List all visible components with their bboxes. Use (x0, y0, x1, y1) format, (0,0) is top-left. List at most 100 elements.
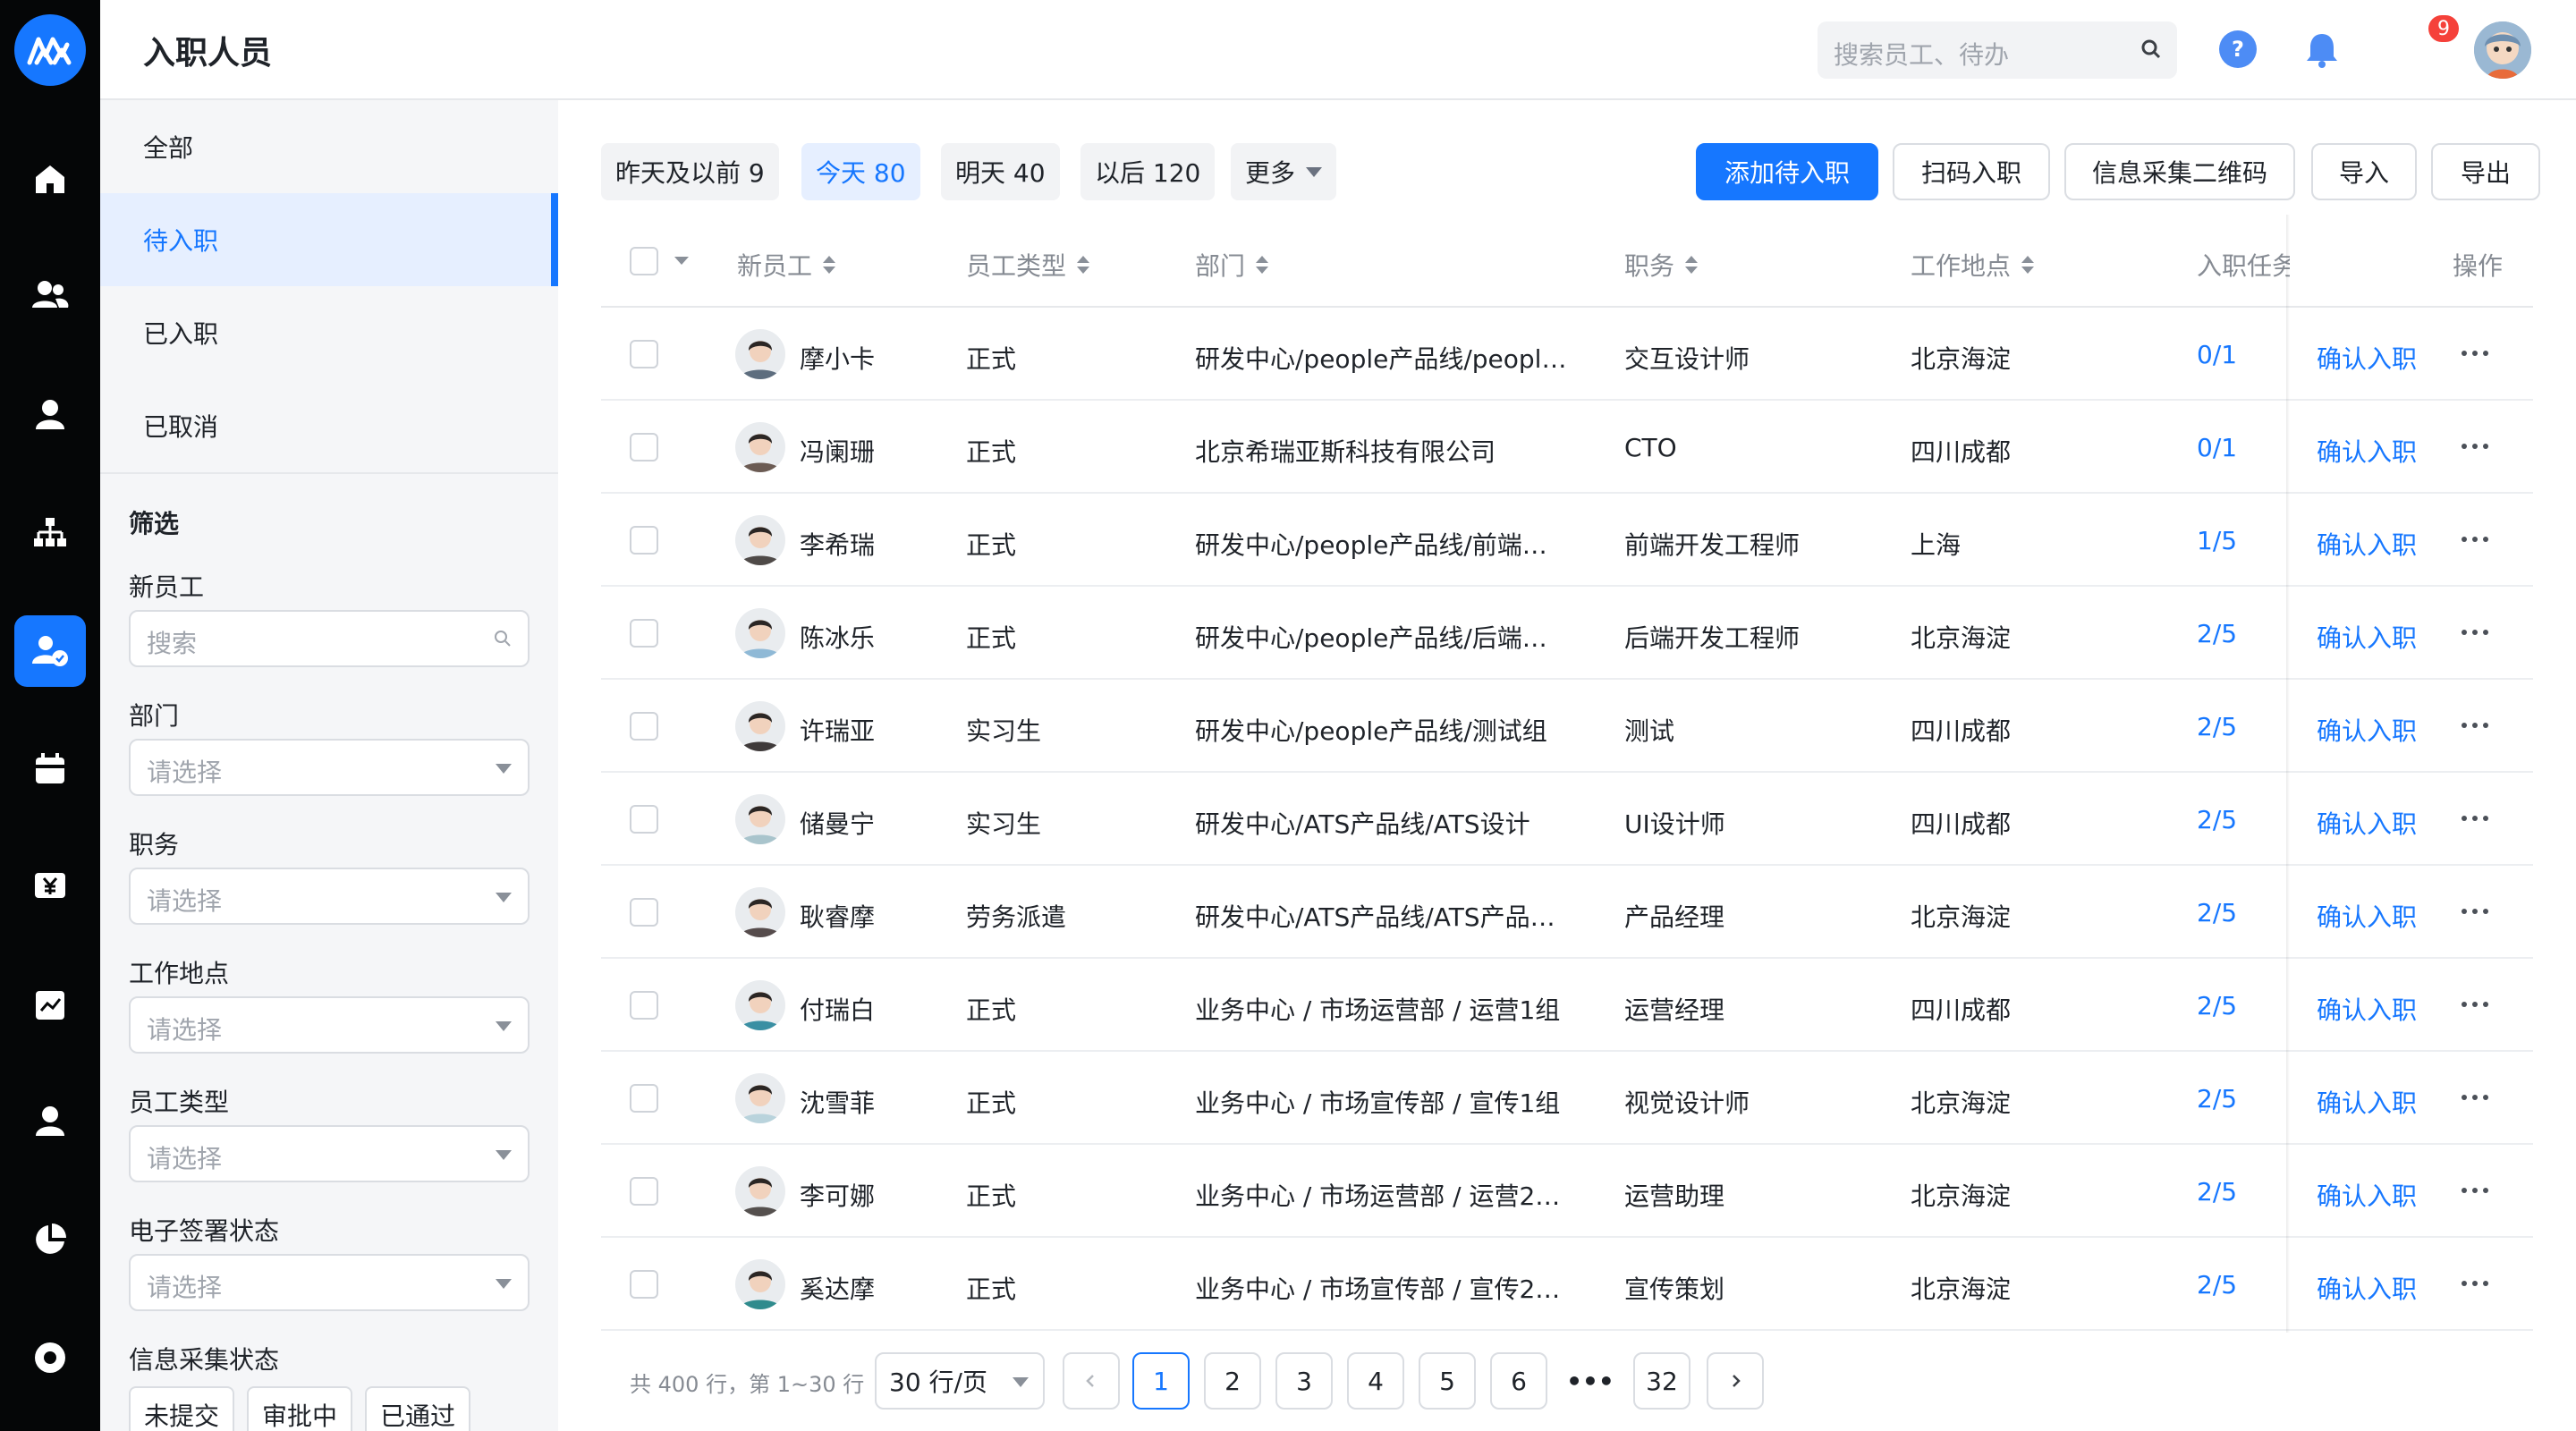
cell-name[interactable]: 储曼宁 (800, 805, 875, 841)
filter-new-employee-input[interactable]: 搜索 (129, 610, 530, 667)
cell-name[interactable]: 陈冰乐 (800, 619, 875, 655)
page-button[interactable]: 32 (1633, 1352, 1690, 1410)
row-checkbox[interactable] (630, 991, 658, 1020)
people-icon[interactable] (14, 259, 86, 331)
confirm-onboard-link[interactable]: 确认入职 (2317, 526, 2417, 562)
cell-tasks[interactable]: 2/5 (2197, 1084, 2237, 1113)
search-icon[interactable] (2140, 38, 2163, 67)
table-row[interactable]: 耿睿摩 劳务派遣 研发中心/ATS产品线/ATS产品… 产品经理 北京海淀 2/5 (601, 866, 2533, 959)
row-checkbox[interactable] (630, 805, 658, 834)
filter-department-select[interactable]: 请选择 (129, 739, 530, 796)
info-status-chip-approved[interactable]: 已通过 (365, 1386, 470, 1431)
row-checkbox[interactable] (630, 1084, 658, 1113)
sidebar-tab-pending[interactable]: 待入职 (100, 193, 558, 286)
date-tab-today[interactable]: 今天 80 (801, 143, 920, 200)
table-row[interactable]: 许瑞亚 实习生 研发中心/people产品线/测试组 测试 四川成都 2/5 (601, 680, 2533, 773)
more-icon[interactable] (2462, 537, 2488, 542)
logo-icon[interactable] (14, 14, 86, 86)
more-icon[interactable] (2462, 1281, 2488, 1286)
more-icon[interactable] (2462, 1095, 2488, 1100)
col-header-name[interactable]: 新员工 (737, 247, 836, 283)
user-avatar[interactable] (2474, 21, 2531, 79)
filter-position-select[interactable]: 请选择 (129, 868, 530, 925)
scan-onboard-button[interactable]: 扫码入职 (1893, 143, 2050, 200)
info-status-chip-reviewing[interactable]: 审批中 (247, 1386, 352, 1431)
confirm-onboard-link[interactable]: 确认入职 (2317, 619, 2417, 655)
confirm-onboard-link[interactable]: 确认入职 (2317, 433, 2417, 469)
cell-tasks[interactable]: 1/5 (2197, 526, 2237, 555)
qrcode-button[interactable]: 信息采集二维码 (2064, 143, 2295, 200)
confirm-onboard-link[interactable]: 确认入职 (2317, 898, 2417, 934)
cell-name[interactable]: 耿睿摩 (800, 898, 875, 934)
cell-tasks[interactable]: 2/5 (2197, 898, 2237, 927)
date-tab-before-yesterday[interactable]: 昨天及以前 9 (601, 143, 779, 200)
global-search-input[interactable]: 搜索员工、待办 (1818, 21, 2177, 79)
confirm-onboard-link[interactable]: 确认入职 (2317, 340, 2417, 376)
page-button[interactable]: 5 (1419, 1352, 1476, 1410)
cell-tasks[interactable]: 2/5 (2197, 991, 2237, 1020)
more-icon[interactable] (2462, 816, 2488, 821)
cell-name[interactable]: 付瑞白 (800, 991, 875, 1027)
home-icon[interactable] (14, 143, 86, 215)
cell-name[interactable]: 沈雪菲 (800, 1084, 875, 1120)
settings-icon[interactable] (14, 1322, 86, 1393)
row-checkbox[interactable] (630, 712, 658, 741)
table-row[interactable]: 沈雪菲 正式 业务中心 / 市场宣传部 / 宣传1组 视觉设计师 北京海淀 2/5 (601, 1052, 2533, 1145)
info-status-chip-unsubmitted[interactable]: 未提交 (129, 1386, 234, 1431)
cell-name[interactable]: 李希瑞 (800, 526, 875, 562)
profile-icon[interactable] (14, 1086, 86, 1157)
cell-name[interactable]: 奚达摩 (800, 1270, 875, 1306)
date-tab-later[interactable]: 以后 120 (1080, 143, 1216, 200)
more-icon[interactable] (2462, 630, 2488, 635)
cell-name[interactable]: 李可娜 (800, 1177, 875, 1213)
report-icon[interactable] (14, 970, 86, 1041)
next-page-button[interactable] (1707, 1352, 1764, 1410)
cell-tasks[interactable]: 0/1 (2197, 433, 2237, 462)
col-header-position[interactable]: 职务 (1624, 247, 1699, 283)
import-button[interactable]: 导入 (2311, 143, 2417, 200)
cell-name[interactable]: 冯阑珊 (800, 433, 875, 469)
table-row[interactable]: 冯阑珊 正式 北京希瑞亚斯科技有限公司 CTO 四川成都 0/1 (601, 401, 2533, 494)
filter-esign-status-select[interactable]: 请选择 (129, 1254, 530, 1311)
page-button[interactable]: 3 (1275, 1352, 1333, 1410)
sidebar-tab-joined[interactable]: 已入职 (100, 286, 558, 379)
row-checkbox[interactable] (630, 898, 658, 927)
filter-location-select[interactable]: 请选择 (129, 996, 530, 1054)
select-all-checkbox[interactable] (630, 247, 658, 275)
row-checkbox[interactable] (630, 433, 658, 461)
row-checkbox[interactable] (630, 1177, 658, 1206)
table-row[interactable]: 摩小卡 正式 研发中心/people产品线/peopl… 交互设计师 北京海淀 0/1 (601, 308, 2533, 401)
cell-name[interactable]: 许瑞亚 (800, 712, 875, 748)
date-tab-tomorrow[interactable]: 明天 40 (941, 143, 1060, 200)
page-size-select[interactable]: 30 行/页 (875, 1352, 1045, 1410)
pie-chart-icon[interactable] (14, 1204, 86, 1275)
col-header-location[interactable]: 工作地点 (1911, 247, 2035, 283)
col-header-dept[interactable]: 部门 (1195, 247, 1269, 283)
cell-name[interactable]: 摩小卡 (800, 340, 875, 376)
more-icon[interactable] (2462, 723, 2488, 728)
add-pending-button[interactable]: 添加待入职 (1696, 143, 1878, 200)
cell-tasks[interactable]: 0/1 (2197, 340, 2237, 369)
more-icon[interactable] (2462, 1188, 2488, 1193)
table-row[interactable]: 奚达摩 正式 业务中心 / 市场宣传部 / 宣传2… 宣传策划 北京海淀 2/5 (601, 1238, 2533, 1331)
cell-tasks[interactable]: 2/5 (2197, 1177, 2237, 1207)
more-icon[interactable] (2462, 1002, 2488, 1007)
person-icon[interactable] (14, 379, 86, 451)
salary-icon[interactable] (14, 850, 86, 921)
cell-tasks[interactable]: 2/5 (2197, 1270, 2237, 1300)
col-header-type[interactable]: 员工类型 (966, 247, 1090, 283)
sidebar-tab-all[interactable]: 全部 (100, 100, 558, 193)
row-checkbox[interactable] (630, 1270, 658, 1299)
prev-page-button[interactable] (1063, 1352, 1120, 1410)
org-chart-icon[interactable] (14, 497, 86, 569)
page-button[interactable]: 2 (1204, 1352, 1261, 1410)
cell-tasks[interactable]: 2/5 (2197, 805, 2237, 834)
calendar-icon[interactable] (14, 733, 86, 805)
confirm-onboard-link[interactable]: 确认入职 (2317, 1270, 2417, 1306)
row-checkbox[interactable] (630, 619, 658, 648)
chevron-down-icon[interactable] (674, 257, 689, 265)
export-button[interactable]: 导出 (2431, 143, 2540, 200)
page-button[interactable]: 6 (1490, 1352, 1547, 1410)
onboarding-icon[interactable] (14, 615, 86, 687)
row-checkbox[interactable] (630, 526, 658, 555)
